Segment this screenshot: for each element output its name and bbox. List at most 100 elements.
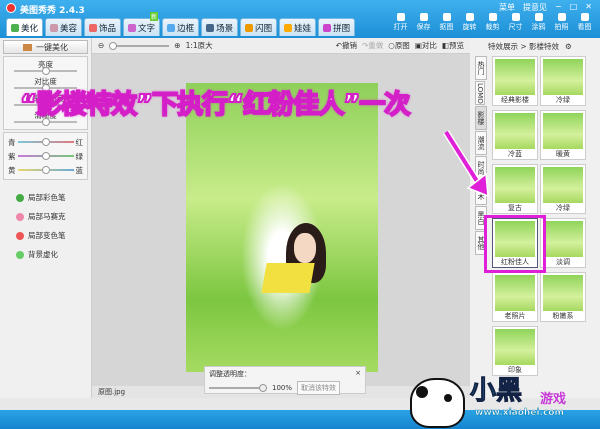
maximize-button[interactable]: □ bbox=[570, 2, 578, 13]
tab-2[interactable]: 饰品 bbox=[84, 18, 122, 36]
slider-knob[interactable] bbox=[41, 152, 50, 160]
opacity-value: 100% bbox=[272, 384, 293, 392]
effect-label: 暖黄 bbox=[556, 150, 570, 158]
local-tool-0[interactable]: 局部彩色笔 bbox=[0, 188, 91, 207]
effect-preview bbox=[543, 113, 583, 149]
effect-preview bbox=[495, 329, 535, 365]
tool-icon bbox=[16, 193, 24, 202]
opacity-slider[interactable] bbox=[209, 384, 267, 392]
tab-1[interactable]: 美容 bbox=[45, 18, 83, 36]
settings-icon[interactable]: ⚙ bbox=[565, 42, 572, 51]
local-tool-1[interactable]: 局部马赛克 bbox=[0, 207, 91, 226]
tab-4[interactable]: 边框 bbox=[162, 18, 200, 36]
adjust-slider[interactable]: 亮度 bbox=[8, 59, 83, 76]
compare-button[interactable]: ▣对比 bbox=[415, 40, 437, 51]
zoom-in-icon[interactable]: ⊕ bbox=[174, 41, 180, 50]
tool-button-5[interactable]: 尺寸 bbox=[506, 13, 525, 32]
filename: 原图.jpg bbox=[98, 388, 126, 396]
local-tool-2[interactable]: 局部变色笔 bbox=[0, 226, 91, 245]
original-button[interactable]: ○原图 bbox=[388, 40, 410, 51]
effect-preview bbox=[495, 113, 535, 149]
color-slider[interactable]: 黄蓝 bbox=[8, 163, 83, 177]
tool-label: 局部马赛克 bbox=[28, 212, 66, 221]
tool-button-6[interactable]: 涂鸦 bbox=[529, 13, 548, 32]
slider-track[interactable] bbox=[17, 152, 74, 160]
effect-thumbnail[interactable]: 粉嫩系 bbox=[540, 272, 586, 322]
tool-label: 保存 bbox=[416, 23, 431, 31]
tool-button-4[interactable]: 裁剪 bbox=[483, 13, 502, 32]
effect-thumbnail[interactable]: 老照片 bbox=[492, 272, 538, 322]
effect-thumbnail[interactable]: 印象 bbox=[492, 326, 538, 376]
watermark-brand: 小黑 bbox=[469, 376, 523, 407]
effect-label: 粉嫩系 bbox=[552, 312, 574, 320]
close-button[interactable]: ✕ bbox=[585, 2, 592, 13]
category-tab[interactable]: 热门 bbox=[475, 56, 487, 80]
tool-label: 抠图 bbox=[439, 23, 454, 31]
menu-link[interactable]: 菜单 bbox=[499, 2, 515, 13]
opacity-panel: 调整透明度： × 100% 取消该特效 bbox=[204, 366, 366, 395]
color-slider[interactable]: 青红 bbox=[8, 135, 83, 149]
zoom-slider[interactable] bbox=[109, 41, 170, 50]
tab-0[interactable]: 美化 bbox=[6, 18, 44, 36]
effect-preview bbox=[495, 59, 535, 95]
minimize-button[interactable]: − bbox=[555, 2, 562, 13]
tab-7[interactable]: 娃娃 bbox=[279, 18, 317, 36]
zoom-label[interactable]: 1:1原大 bbox=[186, 40, 213, 51]
category-tab[interactable]: LOMO bbox=[475, 81, 485, 105]
effect-preview bbox=[543, 167, 583, 203]
tab-3[interactable]: 文字 新 bbox=[123, 12, 161, 36]
redo-button[interactable]: ↷重做 bbox=[362, 40, 383, 51]
effect-thumbnail[interactable]: 冷绿 bbox=[540, 164, 586, 214]
tool-button-0[interactable]: 打开 bbox=[391, 13, 410, 32]
tool-label: 局部彩色笔 bbox=[28, 193, 66, 202]
effect-thumbnail[interactable]: 经典影楼 bbox=[492, 56, 538, 106]
tool-icon bbox=[442, 13, 451, 21]
effect-thumbnail[interactable]: 暖黄 bbox=[540, 110, 586, 160]
tool-label: 裁剪 bbox=[485, 23, 500, 31]
category-tab[interactable]: 影楼 bbox=[475, 106, 487, 130]
zoom-out-icon[interactable]: ⊖ bbox=[98, 41, 104, 50]
tool-label: 尺寸 bbox=[508, 23, 523, 31]
slider-track[interactable] bbox=[17, 166, 74, 174]
cancel-effect-button[interactable]: 取消该特效 bbox=[297, 381, 341, 395]
slider-knob[interactable] bbox=[41, 166, 50, 174]
tab-icon bbox=[128, 23, 137, 32]
app-logo-icon bbox=[6, 3, 16, 13]
preview-button[interactable]: ◧预览 bbox=[442, 40, 464, 51]
title-bar: 美图秀秀 2.4.3 菜单 提意见 − □ ✕ 美化 美容 饰品 文字 新边框 场景 闪图 娃… bbox=[0, 0, 600, 38]
tab-5[interactable]: 场景 bbox=[201, 18, 239, 36]
photo-canvas[interactable] bbox=[186, 83, 378, 372]
local-tool-3[interactable]: 背景虚化 bbox=[0, 245, 91, 264]
tool-button-2[interactable]: 抠图 bbox=[437, 13, 456, 32]
tab-icon bbox=[245, 23, 254, 32]
tool-button-3[interactable]: 旋转 bbox=[460, 13, 479, 32]
tab-6[interactable]: 闪图 bbox=[240, 18, 278, 36]
feedback-link[interactable]: 提意见 bbox=[523, 2, 547, 13]
slider-track[interactable] bbox=[17, 138, 74, 146]
effect-thumbnail[interactable]: 冷绿 bbox=[540, 56, 586, 106]
breadcrumb: 特效展示 > 影楼特效 bbox=[488, 41, 560, 51]
tool-button-7[interactable]: 拍照 bbox=[552, 13, 571, 32]
tool-icon bbox=[16, 212, 24, 221]
tab-label: 文字 bbox=[138, 23, 156, 34]
one-key-beautify-button[interactable]: 一键美化 bbox=[3, 40, 88, 54]
tab-8[interactable]: 拼图 bbox=[318, 18, 356, 36]
close-icon[interactable]: × bbox=[355, 369, 361, 379]
tab-icon bbox=[89, 23, 98, 32]
slider-knob[interactable] bbox=[41, 67, 50, 75]
effect-label: 冷绿 bbox=[556, 204, 570, 212]
effect-thumbnail[interactable]: 淡调 bbox=[540, 218, 586, 268]
tab-label: 闪图 bbox=[255, 23, 273, 34]
watermark-url: www.xiaohei.com bbox=[475, 408, 564, 418]
undo-button[interactable]: ↶撤销 bbox=[336, 40, 357, 51]
tool-label: 旋转 bbox=[462, 23, 477, 31]
effect-label: 复古 bbox=[508, 204, 522, 212]
watermark-brand2: 游戏 bbox=[540, 392, 567, 407]
color-slider[interactable]: 紫绿 bbox=[8, 149, 83, 163]
tab-icon bbox=[206, 23, 215, 32]
slider-knob[interactable] bbox=[41, 138, 50, 146]
tool-button-1[interactable]: 保存 bbox=[414, 13, 433, 32]
tab-label: 拼图 bbox=[333, 23, 351, 34]
tool-button-8[interactable]: 看图 bbox=[575, 13, 594, 32]
annotation-arrow-icon bbox=[443, 130, 489, 198]
